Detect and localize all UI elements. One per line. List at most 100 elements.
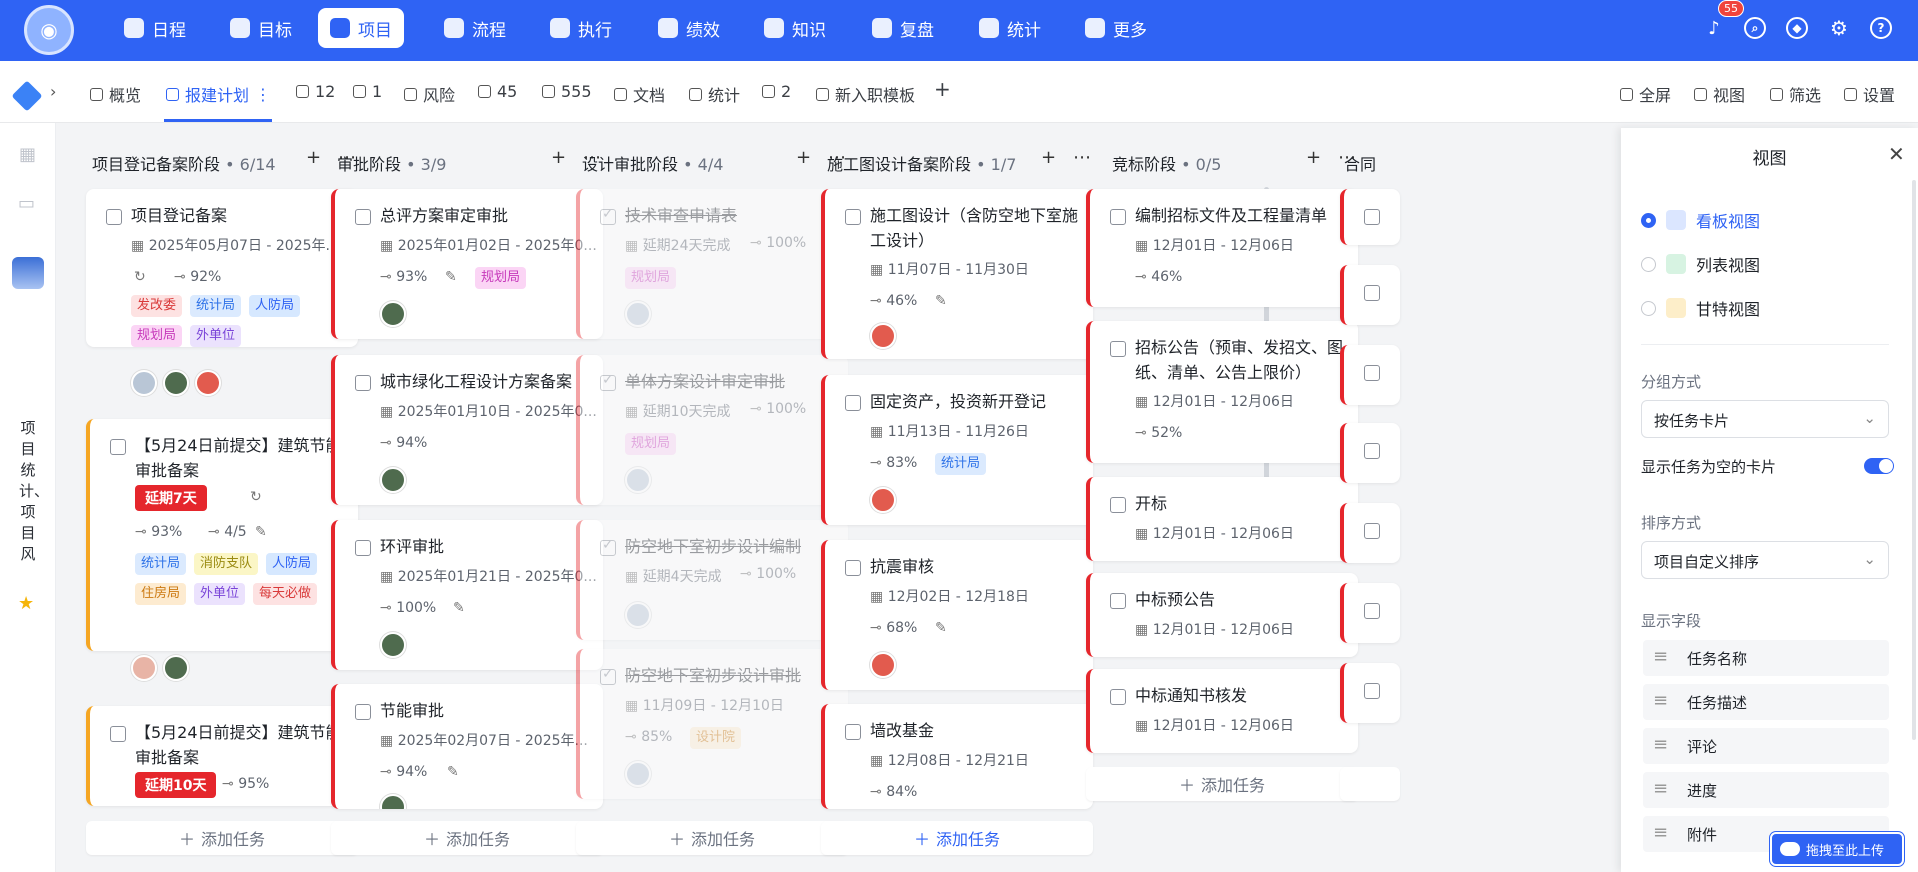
nav-knowledge[interactable]: 知识	[752, 8, 838, 48]
tab-10[interactable]: 新入职模板	[816, 82, 915, 106]
add-tab-button[interactable]: +	[934, 77, 951, 101]
tab-5[interactable]: 45	[478, 82, 517, 101]
task-card[interactable]	[1340, 345, 1400, 405]
tab-7[interactable]: 文档	[614, 82, 665, 106]
bell-icon[interactable]: ♪	[1703, 17, 1725, 39]
edit-icon[interactable]: ✎	[447, 764, 459, 780]
tab-6[interactable]: 555	[542, 82, 592, 101]
view-option-list[interactable]: 列表视图	[1641, 252, 1760, 276]
nav-stats[interactable]: 统计	[967, 8, 1053, 48]
task-checkbox[interactable]	[355, 209, 371, 225]
add-task-button[interactable]: ＋ 添加任务	[821, 821, 1093, 855]
folder-icon[interactable]: ▭	[18, 193, 35, 214]
rail-project-label[interactable]: 项目统计、项目风	[19, 418, 49, 565]
task-checkbox[interactable]	[1110, 341, 1126, 357]
shield-icon[interactable]: ◆	[1786, 17, 1808, 39]
avatar[interactable]	[380, 301, 406, 327]
task-card[interactable]: 固定资产，投资新开登记 11月13日 - 11月26日 83% 统计局	[821, 375, 1093, 525]
task-card[interactable]	[1340, 189, 1400, 245]
chevron-right-icon[interactable]: ›	[50, 82, 56, 101]
avatar[interactable]	[625, 761, 651, 787]
task-card[interactable]	[1340, 503, 1400, 563]
field-item[interactable]: 任务名称	[1643, 640, 1889, 676]
tab-more-icon[interactable]: ⋮	[255, 85, 271, 104]
task-checkbox[interactable]	[1364, 603, 1380, 619]
radio-button[interactable]	[1641, 300, 1656, 316]
task-checkbox[interactable]	[1110, 689, 1126, 705]
toolbar-fullscreen[interactable]: 全屏	[1620, 82, 1671, 106]
task-checkbox[interactable]	[845, 724, 861, 740]
field-item[interactable]: 评论	[1643, 728, 1889, 764]
add-task-button[interactable]	[1340, 767, 1400, 801]
task-card[interactable]	[1340, 663, 1400, 723]
avatar[interactable]	[380, 467, 406, 493]
add-column-task-icon[interactable]: +	[1041, 147, 1056, 168]
toolbar-filter[interactable]: 筛选	[1770, 82, 1821, 106]
sort-select[interactable]: 项目自定义排序 ⌄	[1641, 541, 1889, 579]
task-checkbox[interactable]	[600, 666, 616, 685]
toolbar-gear[interactable]: 设置	[1844, 82, 1895, 106]
task-checkbox[interactable]	[1364, 285, 1380, 301]
avatar[interactable]	[625, 467, 651, 493]
nav-projects[interactable]: 项目	[318, 8, 404, 48]
task-checkbox[interactable]	[1364, 523, 1380, 539]
search-icon[interactable]: ⌕	[1744, 17, 1766, 39]
task-checkbox[interactable]	[600, 372, 616, 391]
task-checkbox[interactable]	[845, 560, 861, 576]
close-icon[interactable]: ✕	[1888, 142, 1905, 166]
avatar[interactable]	[131, 370, 157, 396]
radio-button[interactable]	[1641, 212, 1656, 228]
view-option-kanban[interactable]: 看板视图	[1641, 208, 1760, 232]
task-checkbox[interactable]	[600, 537, 616, 556]
task-checkbox[interactable]	[1110, 209, 1126, 225]
task-checkbox[interactable]	[845, 395, 861, 411]
task-card[interactable]	[1340, 583, 1400, 643]
help-icon[interactable]: ?	[1870, 17, 1892, 39]
avatar[interactable]	[625, 301, 651, 327]
toolbar-grid[interactable]: 视图	[1694, 82, 1745, 106]
edit-icon[interactable]: ✎	[935, 293, 947, 309]
nav-performance[interactable]: 绩效	[646, 8, 732, 48]
tab-1[interactable]: 报建计划 ⋮	[166, 82, 271, 106]
project-thumbnail[interactable]	[12, 257, 44, 289]
task-card[interactable]: 抗震审核 12月02日 - 12月18日 68% ✎	[821, 540, 1093, 690]
task-checkbox[interactable]	[110, 439, 126, 455]
view-option-gantt[interactable]: 甘特视图	[1641, 296, 1760, 320]
app-logo[interactable]: ◉	[24, 5, 74, 55]
show-empty-toggle[interactable]	[1864, 458, 1894, 474]
star-icon[interactable]: ★	[18, 593, 34, 614]
avatar[interactable]	[625, 602, 651, 628]
radio-button[interactable]	[1641, 256, 1656, 272]
task-checkbox[interactable]	[1364, 365, 1380, 381]
task-checkbox[interactable]	[110, 726, 126, 742]
avatar[interactable]	[163, 655, 189, 681]
tab-3[interactable]: 1	[353, 82, 382, 101]
tab-0[interactable]: 概览	[90, 82, 141, 106]
task-checkbox[interactable]	[355, 540, 371, 556]
tab-2[interactable]: 12	[296, 82, 335, 101]
nav-goals[interactable]: 目标	[218, 8, 304, 48]
avatar[interactable]	[131, 655, 157, 681]
panel-scrollbar[interactable]	[1912, 180, 1916, 740]
edit-icon[interactable]: ✎	[453, 600, 465, 616]
edit-icon[interactable]: ✎	[445, 269, 457, 285]
edit-icon[interactable]: ✎	[255, 524, 267, 540]
nav-execute[interactable]: 执行	[538, 8, 624, 48]
avatar[interactable]	[380, 632, 406, 658]
avatar[interactable]	[870, 323, 896, 349]
task-checkbox[interactable]	[1110, 497, 1126, 513]
nav-more[interactable]: 更多	[1073, 8, 1159, 48]
avatar[interactable]	[163, 370, 189, 396]
nav-review[interactable]: 复盘	[860, 8, 946, 48]
avatar[interactable]	[380, 794, 406, 809]
task-checkbox[interactable]	[600, 206, 616, 225]
gear-icon[interactable]: ⚙	[1828, 16, 1850, 40]
task-card[interactable]: 墙改基金 12月08日 - 12月21日 84%	[821, 704, 1093, 809]
drag-upload-button[interactable]: 拖拽至此上传	[1770, 832, 1904, 866]
avatar[interactable]	[870, 487, 896, 513]
tab-9[interactable]: 2	[762, 82, 791, 101]
field-item[interactable]: 进度	[1643, 772, 1889, 808]
task-checkbox[interactable]	[106, 209, 122, 225]
task-card[interactable]	[1340, 423, 1400, 483]
task-checkbox[interactable]	[355, 375, 371, 391]
